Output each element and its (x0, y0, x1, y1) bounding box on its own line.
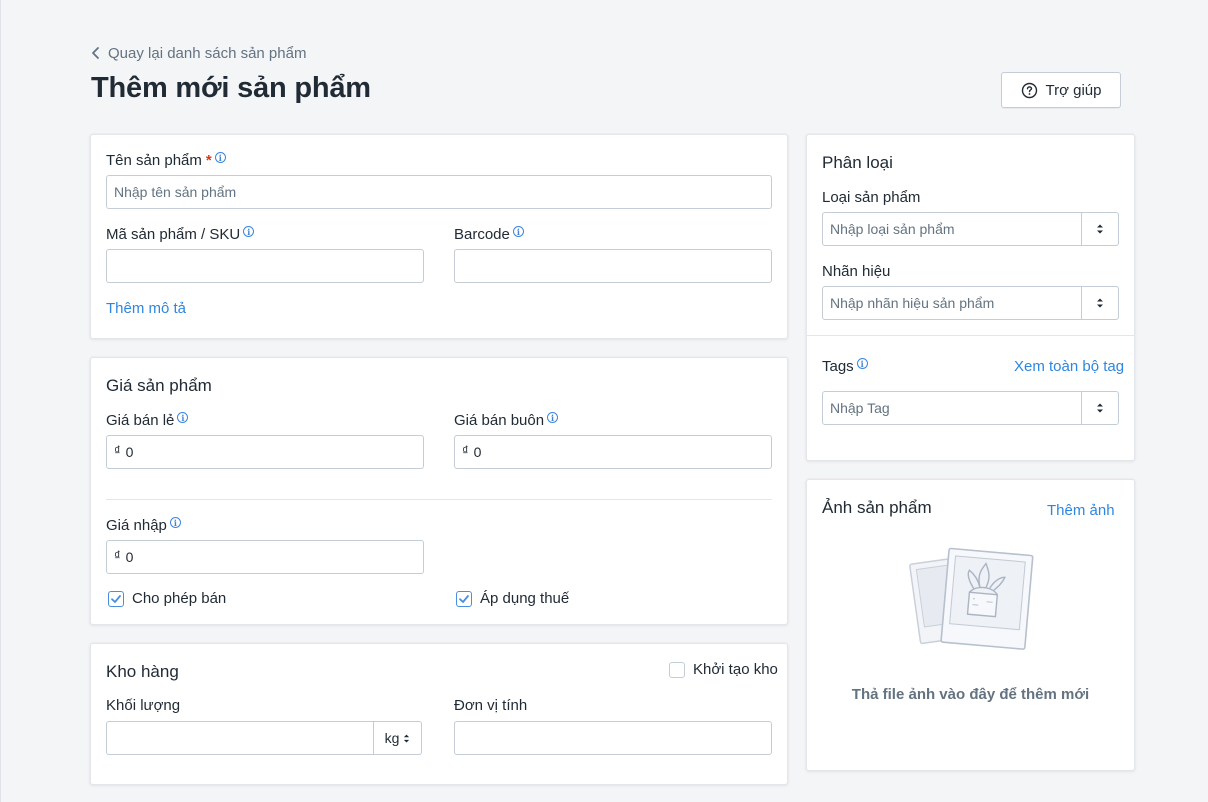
retail-price-value: 0 (125, 444, 134, 460)
wholesale-price-input[interactable]: ₫ 0 (454, 435, 772, 469)
allow-sale-checkbox[interactable]: Cho phép bán (108, 590, 226, 607)
weight-unit-select[interactable]: kg (373, 722, 421, 754)
help-button-label: Trợ giúp (1045, 81, 1102, 99)
info-icon[interactable]: i (169, 517, 181, 528)
classification-card: Phân loại Loại sản phẩm Nhập loại sản ph… (806, 134, 1135, 461)
brand-placeholder: Nhập nhãn hiệu sản phẩm (830, 295, 995, 311)
currency-symbol: ₫ (462, 442, 469, 458)
retail-price-label: Giá bán lẻ i (106, 412, 189, 429)
product-type-select[interactable]: Nhập loại sản phẩm (822, 212, 1119, 246)
wholesale-price-label-text: Giá bán buôn (454, 412, 545, 429)
currency-symbol: ₫ (114, 547, 121, 563)
allow-sale-label: Cho phép bán (132, 590, 227, 607)
back-to-products-link[interactable]: Quay lại danh sách sản phẩm (90, 43, 306, 63)
classification-title: Phân loại (822, 153, 893, 172)
tags-label: Tags i (822, 358, 868, 375)
classification-divider (807, 335, 1134, 336)
info-icon[interactable]: i (243, 226, 255, 237)
tags-placeholder: Nhập Tag (830, 400, 890, 416)
pricing-card: Giá sản phẩm Giá bán lẻ i ₫ 0 Giá bán bu… (90, 357, 788, 625)
pricing-divider (106, 499, 772, 500)
select-arrows-icon (1097, 403, 1103, 413)
dropdown-toggle[interactable] (1081, 287, 1118, 319)
checkbox-checked[interactable] (108, 590, 124, 607)
add-image-link[interactable]: Thêm ảnh (1047, 502, 1115, 519)
weight-label: Khối lượng (106, 697, 181, 714)
wholesale-price-label: Giá bán buôn i (454, 412, 559, 429)
weight-unit-value: kg (384, 730, 400, 746)
product-name-placeholder: Nhập tên sản phẩm (114, 184, 237, 200)
add-description-link[interactable]: Thêm mô tả (106, 300, 186, 317)
required-marker: * (205, 152, 212, 169)
images-title: Ảnh sản phẩm (822, 498, 932, 517)
init-stock-label: Khởi tạo kho (693, 661, 778, 678)
cost-price-value: 0 (125, 549, 134, 565)
info-icon[interactable]: i (512, 226, 524, 237)
product-name-label: Tên sản phẩm * i (106, 152, 226, 169)
sku-input[interactable] (106, 249, 424, 283)
info-icon[interactable]: i (856, 358, 868, 369)
cost-price-label: Giá nhập i (106, 517, 181, 534)
view-all-tags-link[interactable]: Xem toàn bộ tag (1014, 358, 1124, 375)
dropdown-toggle[interactable] (1081, 213, 1118, 245)
cost-price-input[interactable]: ₫ 0 (106, 540, 424, 574)
check-icon (459, 594, 469, 603)
checkbox-unchecked[interactable] (669, 661, 685, 678)
drop-zone-text: Thả file ảnh vào đây để thêm mới (851, 686, 1090, 703)
apply-tax-checkbox[interactable]: Áp dụng thuế (456, 590, 569, 607)
unit-input[interactable] (454, 721, 772, 755)
sku-label-text: Mã sản phẩm / SKU (106, 226, 241, 243)
product-images-card: Ảnh sản phẩm Thêm ảnh Thả file ảnh vào đ… (806, 479, 1135, 771)
unit-label: Đơn vị tính (454, 697, 528, 714)
cost-price-label-text: Giá nhập (106, 517, 167, 534)
brand-label: Nhãn hiệu (822, 263, 891, 280)
image-placeholder-icon (909, 547, 1034, 650)
chevron-left-icon (92, 47, 99, 59)
retail-price-label-text: Giá bán lẻ (106, 412, 175, 429)
select-arrows-icon (1097, 298, 1103, 308)
select-arrows-icon (404, 734, 410, 742)
currency-symbol: ₫ (114, 442, 121, 458)
tags-select[interactable]: Nhập Tag (822, 391, 1119, 425)
sku-label: Mã sản phẩm / SKU i (106, 226, 255, 243)
barcode-input[interactable] (454, 249, 772, 283)
brand-select[interactable]: Nhập nhãn hiệu sản phẩm (822, 286, 1119, 320)
dropdown-toggle[interactable] (1081, 392, 1118, 424)
retail-price-input[interactable]: ₫ 0 (106, 435, 424, 469)
info-icon[interactable]: i (177, 412, 189, 423)
init-stock-checkbox[interactable]: Khởi tạo kho (669, 661, 778, 678)
product-name-input[interactable]: Nhập tên sản phẩm (106, 175, 772, 209)
apply-tax-label: Áp dụng thuế (480, 590, 570, 607)
inventory-card: Kho hàng Khởi tạo kho Khối lượng kg Đơn … (90, 643, 788, 785)
barcode-label: Barcode i (454, 226, 524, 243)
checkbox-checked[interactable] (456, 590, 472, 607)
inventory-title: Kho hàng (106, 662, 179, 681)
tags-label-text: Tags (822, 358, 854, 375)
question-circle-icon (1021, 82, 1037, 98)
page-title: Thêm mới sản phẩm (91, 72, 371, 104)
check-icon (111, 594, 121, 603)
product-type-placeholder: Nhập loại sản phẩm (830, 221, 955, 237)
general-info-card: Tên sản phẩm * i Nhập tên sản phẩm Mã sả… (90, 134, 788, 339)
help-button[interactable]: Trợ giúp (1001, 72, 1121, 108)
select-arrows-icon (1097, 224, 1103, 234)
weight-input[interactable]: kg (106, 721, 422, 755)
product-name-label-text: Tên sản phẩm (106, 152, 202, 169)
barcode-label-text: Barcode (454, 226, 510, 243)
pricing-title: Giá sản phẩm (106, 376, 212, 395)
back-link-label: Quay lại danh sách sản phẩm (108, 44, 307, 62)
info-icon[interactable]: i (547, 412, 559, 423)
product-type-label: Loại sản phẩm (822, 189, 921, 206)
wholesale-price-value: 0 (473, 444, 482, 460)
info-icon[interactable]: i (214, 152, 226, 163)
